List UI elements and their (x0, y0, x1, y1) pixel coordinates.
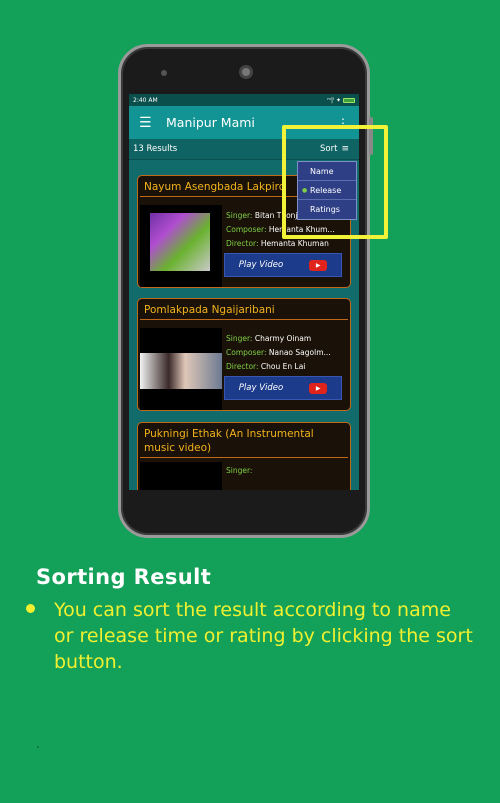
composer-row: Composer: Nanao Sagolm... (226, 346, 348, 360)
signal-icon: ᵐ|ˡ ✦ (327, 96, 341, 104)
play-video-label: Play Video (238, 383, 284, 393)
caption-heading: Sorting Result (36, 565, 212, 589)
thumbnail-image (150, 213, 210, 271)
sensor-dot (161, 70, 167, 76)
singer-label: Singer: (226, 211, 253, 220)
video-meta: Singer: Charmy Oinam Composer: Nanao Sag… (226, 332, 348, 374)
video-thumbnail[interactable] (140, 205, 222, 287)
singer-row: Singer: Charmy Oinam (226, 332, 348, 346)
composer-value: Nanao Sagolm... (268, 348, 331, 357)
director-label: Director: (226, 239, 259, 248)
bullet-icon (26, 604, 35, 613)
video-title: Pukningi Ethak (An Instrumental music vi… (140, 423, 348, 458)
highlight-box (282, 125, 388, 239)
thumbnail-image (140, 353, 222, 389)
video-meta: Singer: (226, 464, 348, 478)
director-value: Chou En Lai (260, 362, 306, 371)
play-video-button[interactable]: Play Video ▶ (224, 376, 342, 400)
director-row: Director: Hemanta Khuman (226, 237, 348, 251)
director-label: Director: (226, 362, 259, 371)
status-bar: 2:40 AM ᵐ|ˡ ✦ (129, 94, 359, 106)
composer-label: Composer: (226, 348, 267, 357)
director-value: Hemanta Khuman (260, 239, 329, 248)
singer-label: Singer: (226, 466, 253, 475)
composer-label: Composer: (226, 225, 267, 234)
status-time: 2:40 AM (133, 96, 158, 104)
video-thumbnail[interactable] (140, 328, 222, 410)
camera-icon (239, 65, 253, 79)
decorative-dot (37, 746, 39, 748)
play-video-label: Play Video (238, 260, 284, 270)
battery-icon (343, 97, 355, 103)
video-title: Pomlakpada Ngaijaribani (140, 299, 348, 320)
status-icons: ᵐ|ˡ ✦ (327, 97, 355, 104)
singer-label: Singer: (226, 334, 253, 343)
video-thumbnail[interactable] (140, 462, 222, 490)
director-row: Director: Chou En Lai (226, 360, 348, 374)
singer-row: Singer: (226, 464, 348, 478)
youtube-icon: ▶ (309, 382, 328, 394)
play-video-button[interactable]: Play Video ▶ (224, 253, 342, 277)
card-body: Singer: (138, 458, 350, 490)
card-body: Singer: Charmy Oinam Composer: Nanao Sag… (138, 320, 350, 410)
results-count: 13 Results (133, 144, 178, 154)
singer-value: Charmy Oinam (254, 334, 312, 343)
hamburger-icon[interactable]: ☰ (139, 115, 161, 131)
video-card[interactable]: Pomlakpada Ngaijaribani Singer: Charmy O… (137, 298, 351, 411)
video-card[interactable]: Pukningi Ethak (An Instrumental music vi… (137, 422, 351, 490)
youtube-icon: ▶ (309, 259, 328, 271)
caption-bullet-text: You can sort the result according to nam… (54, 599, 473, 673)
